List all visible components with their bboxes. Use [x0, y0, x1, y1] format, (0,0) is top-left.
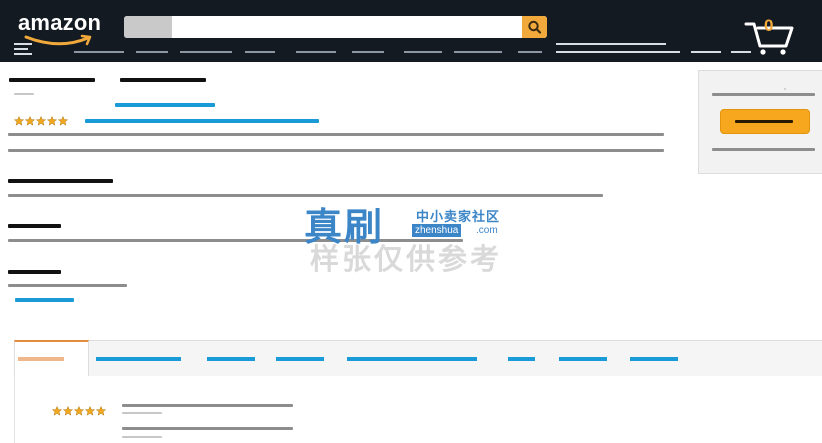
store-link[interactable]	[115, 103, 215, 107]
watermark-subtitle: 中小卖家社区	[416, 209, 501, 224]
hamburger-icon	[14, 43, 32, 45]
star-icon	[58, 116, 68, 126]
logo-smile-icon	[24, 34, 92, 46]
nav-link[interactable]	[245, 51, 275, 53]
nav-link[interactable]	[180, 51, 232, 53]
star-icon	[63, 406, 73, 416]
watermark-domain: zhenshua	[412, 224, 462, 237]
nav-link[interactable]	[74, 51, 124, 53]
add-to-cart-button[interactable]	[720, 109, 810, 134]
add-to-cart-label	[735, 120, 793, 123]
buy-box-price-line	[712, 93, 815, 96]
ratings-count-link[interactable]	[85, 119, 319, 123]
watermark-title: 真刷	[304, 204, 385, 249]
tab-label[interactable]	[96, 357, 181, 361]
star-icon	[74, 406, 84, 416]
review-text-line	[122, 427, 293, 430]
tab-label[interactable]	[347, 357, 477, 361]
see-more-link[interactable]	[15, 298, 74, 302]
section-text	[8, 239, 463, 242]
review-title-line	[122, 404, 293, 407]
section-text	[8, 284, 127, 287]
amazon-logo[interactable]: amazon	[16, 10, 116, 46]
nav-link[interactable]	[136, 51, 168, 53]
star-icon	[96, 406, 106, 416]
product-subline	[14, 93, 34, 95]
tab-label-active[interactable]	[18, 357, 64, 361]
product-byline	[9, 78, 95, 82]
review-text-line	[122, 412, 162, 414]
star-icon	[85, 406, 95, 416]
logo-text: amazon	[18, 10, 102, 35]
cart-count: 0	[764, 16, 774, 35]
nav-link[interactable]	[454, 51, 502, 53]
tab-label[interactable]	[630, 357, 678, 361]
star-icon	[47, 116, 57, 126]
buy-box-info-line	[712, 148, 815, 151]
orders-link[interactable]	[691, 51, 721, 53]
section-heading	[8, 224, 61, 228]
search-button[interactable]	[522, 16, 547, 38]
product-rating-stars[interactable]	[14, 116, 68, 126]
section-heading	[8, 270, 61, 274]
account-link[interactable]	[556, 43, 666, 45]
nav-link[interactable]	[404, 51, 442, 53]
section-heading	[8, 179, 113, 183]
section-text	[8, 194, 603, 197]
star-icon	[14, 116, 24, 126]
watermark: 真刷 中小卖家社区 zhenshua .com 样张仅供参考	[300, 196, 540, 276]
hamburger-menu[interactable]	[14, 43, 32, 55]
watermark-tagline: 样张仅供参考	[310, 242, 503, 276]
star-icon	[52, 406, 62, 416]
nav-link[interactable]	[296, 51, 336, 53]
star-icon	[25, 116, 35, 126]
nav-link[interactable]	[352, 51, 384, 53]
watermark-domain-suffix: .com	[476, 225, 498, 236]
nav-link[interactable]	[518, 51, 542, 53]
review-rating-stars	[52, 406, 106, 416]
search-icon	[528, 20, 542, 34]
tab-label[interactable]	[559, 357, 607, 361]
product-title-line	[8, 149, 664, 152]
search-bar	[124, 16, 547, 38]
review-text-line	[122, 436, 162, 438]
search-input[interactable]	[172, 16, 522, 38]
account-link[interactable]	[556, 51, 680, 53]
product-brand	[120, 78, 206, 82]
tab-label[interactable]	[276, 357, 324, 361]
star-icon	[36, 116, 46, 126]
product-title-line	[8, 133, 664, 136]
tab-label[interactable]	[508, 357, 535, 361]
review-panel	[14, 376, 822, 443]
tab-label[interactable]	[207, 357, 255, 361]
buy-box-mark	[784, 88, 786, 90]
search-category-dropdown[interactable]	[124, 16, 172, 38]
